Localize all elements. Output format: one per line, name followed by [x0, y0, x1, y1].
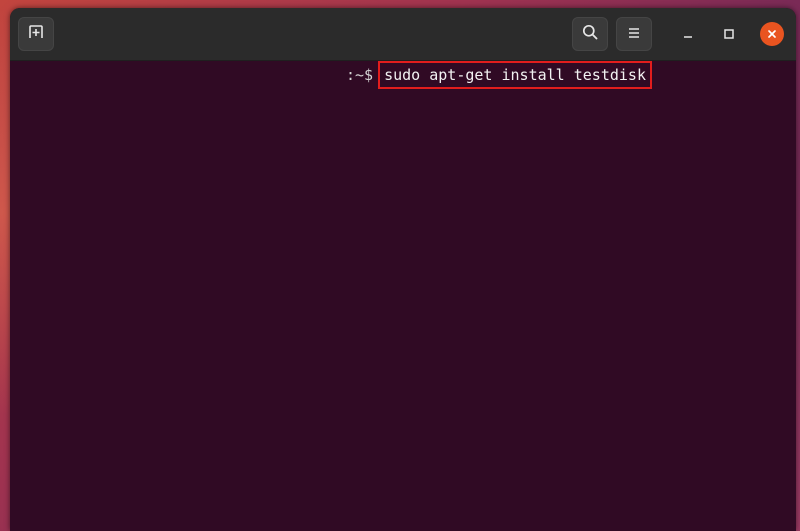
new-tab-button[interactable] — [18, 17, 54, 51]
terminal-window: :~$ sudo apt-get install testdisk — [10, 8, 796, 531]
terminal-output-area[interactable]: :~$ sudo apt-get install testdisk — [10, 61, 796, 531]
highlighted-command: sudo apt-get install testdisk — [378, 61, 652, 89]
close-icon — [766, 25, 778, 44]
hamburger-menu-icon — [627, 25, 641, 44]
titlebar — [10, 8, 796, 61]
close-button[interactable] — [760, 22, 784, 46]
minimize-button[interactable] — [676, 22, 700, 46]
maximize-button[interactable] — [717, 22, 741, 46]
shell-prompt: :~$ — [346, 66, 374, 84]
command-line: :~$ sudo apt-get install testdisk — [346, 61, 652, 89]
maximize-icon — [723, 25, 735, 44]
search-icon — [582, 24, 598, 44]
search-button[interactable] — [572, 17, 608, 51]
minimize-icon — [682, 25, 694, 44]
menu-button[interactable] — [616, 17, 652, 51]
new-tab-icon — [28, 24, 44, 44]
